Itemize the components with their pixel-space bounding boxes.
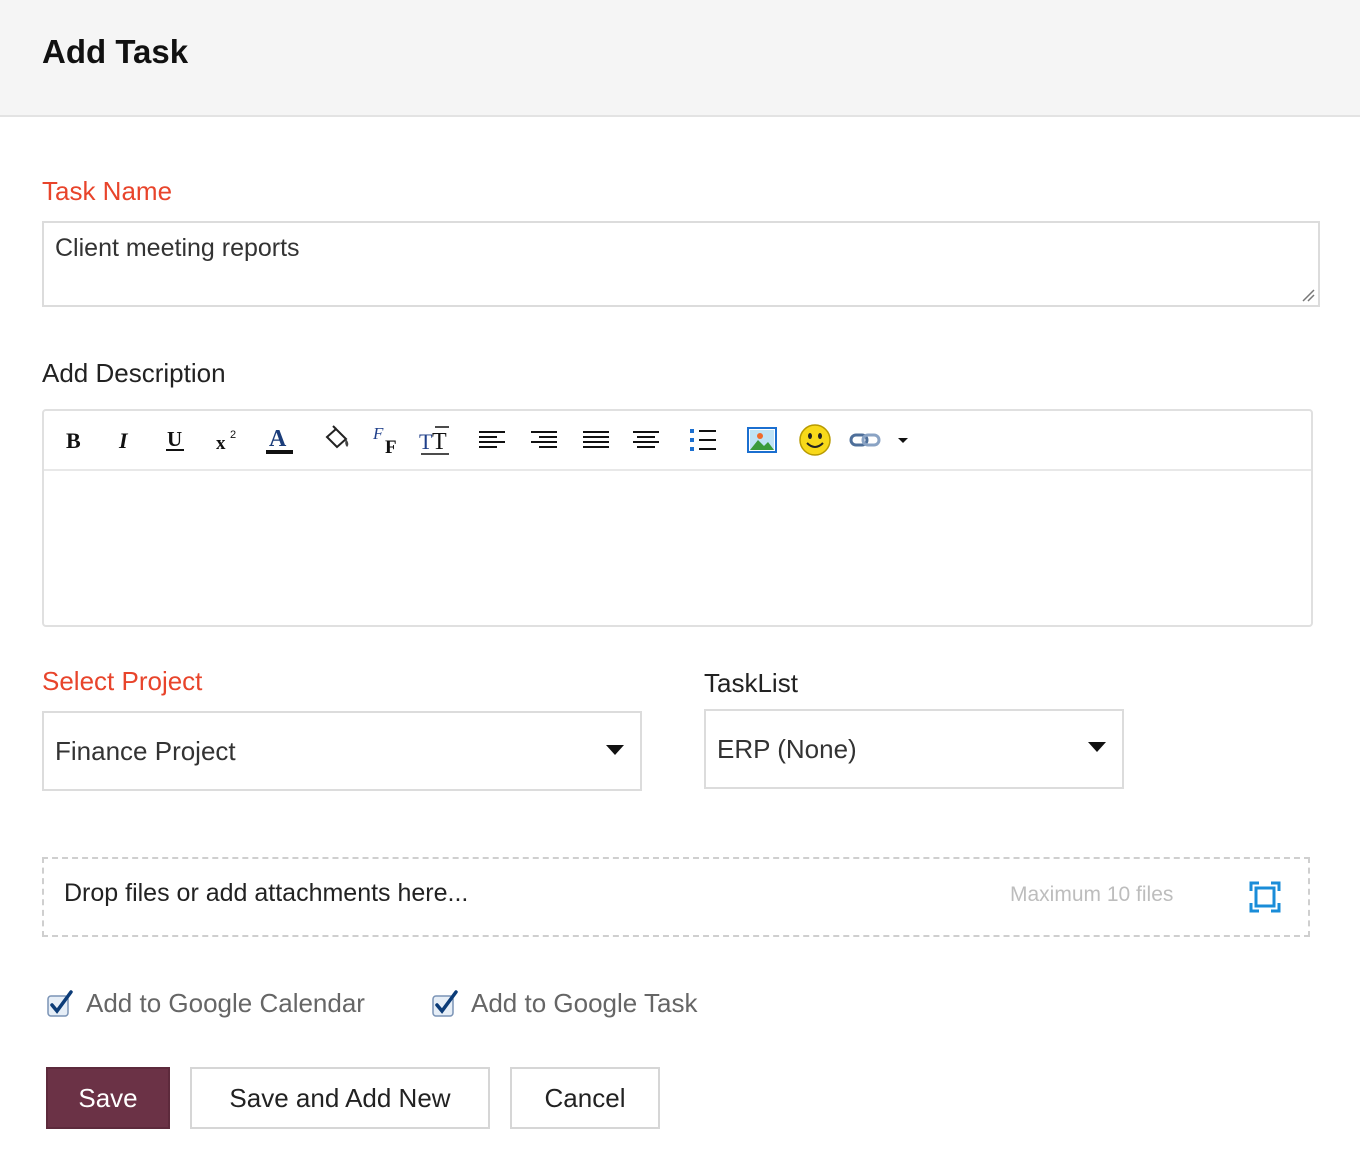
checkbox-checked-icon[interactable] [46, 989, 74, 1018]
task-name-value: Client meeting reports [55, 234, 300, 262]
tasklist-label: TaskList [704, 668, 798, 698]
attachment-dropzone[interactable]: Drop files or add attachments here... Ma… [42, 857, 1310, 937]
google-calendar-label: Add to Google Calendar [86, 988, 365, 1018]
font-color-icon[interactable]: A [262, 423, 296, 457]
svg-text:2: 2 [230, 429, 236, 441]
project-select[interactable]: Finance Project [42, 711, 642, 791]
align-right-icon[interactable] [527, 423, 561, 457]
resize-grip-icon[interactable] [1301, 288, 1315, 302]
emoji-icon[interactable] [798, 423, 832, 457]
description-editor: B I U x2 A FF TT [42, 409, 1313, 627]
tasklist-selected-value: ERP (None) [717, 734, 857, 764]
svg-text:A: A [269, 426, 287, 452]
svg-text:T: T [432, 429, 447, 455]
google-task-label: Add to Google Task [471, 988, 698, 1018]
align-left-icon[interactable] [475, 423, 509, 457]
chevron-down-icon [606, 745, 624, 755]
google-calendar-checkbox[interactable]: Add to Google Calendar [46, 988, 365, 1019]
align-center-icon[interactable] [629, 423, 663, 457]
justify-icon[interactable] [579, 423, 613, 457]
checkbox-checked-icon[interactable] [431, 989, 459, 1018]
svg-text:F: F [385, 437, 397, 457]
dialog-header: Add Task [0, 0, 1360, 117]
description-label: Add Description [42, 358, 226, 388]
insert-image-icon[interactable] [745, 423, 779, 457]
editor-toolbar: B I U x2 A FF TT [44, 411, 1311, 471]
attachment-limit: Maximum 10 files [1010, 883, 1174, 906]
insert-link-icon[interactable] [848, 423, 882, 457]
svg-text:U: U [167, 427, 182, 451]
svg-text:I: I [118, 428, 129, 452]
italic-icon[interactable]: I [107, 423, 141, 457]
task-name-input[interactable]: Client meeting reports [42, 221, 1320, 307]
svg-text:x: x [216, 433, 226, 453]
svg-text:F: F [372, 424, 384, 443]
more-dropdown-icon[interactable] [890, 423, 916, 457]
font-family-icon[interactable]: FF [370, 423, 404, 457]
dropzone-prompt: Drop files or add attachments here... [64, 879, 469, 907]
cancel-button[interactable]: Cancel [510, 1067, 660, 1129]
chevron-down-icon [1088, 742, 1106, 752]
bold-icon[interactable]: B [56, 423, 90, 457]
underline-icon[interactable]: U [158, 423, 192, 457]
expand-icon[interactable] [1249, 881, 1281, 913]
dialog-title: Add Task [42, 33, 189, 70]
select-project-label: Select Project [42, 666, 203, 696]
background-color-icon[interactable] [320, 423, 354, 457]
google-task-checkbox[interactable]: Add to Google Task [431, 988, 697, 1019]
save-and-add-new-button[interactable]: Save and Add New [190, 1067, 490, 1129]
task-name-label: Task Name [42, 176, 173, 206]
description-body[interactable] [44, 469, 1311, 625]
save-button[interactable]: Save [46, 1067, 170, 1129]
bullet-list-icon[interactable] [686, 423, 720, 457]
svg-text:T: T [419, 429, 433, 454]
svg-text:B: B [66, 428, 81, 452]
project-selected-value: Finance Project [55, 736, 236, 766]
font-size-icon[interactable]: TT [418, 423, 452, 457]
tasklist-select[interactable]: ERP (None) [704, 709, 1124, 789]
superscript-icon[interactable]: x2 [210, 423, 244, 457]
